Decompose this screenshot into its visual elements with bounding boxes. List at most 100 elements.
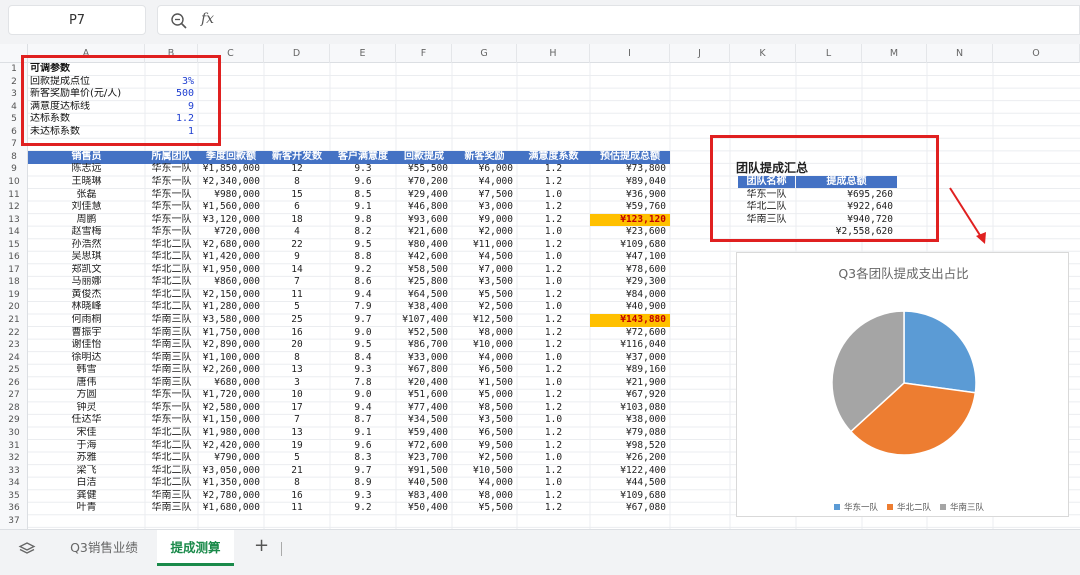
table-cell[interactable]: 唐伟 [28, 377, 145, 390]
table-cell[interactable]: 9.6 [330, 176, 396, 189]
table-cell[interactable]: 1.2 [517, 176, 590, 189]
row-header-11[interactable]: 11 [0, 189, 28, 202]
table-cell[interactable]: 1.0 [517, 477, 590, 490]
table-cell[interactable]: 9.2 [330, 264, 396, 277]
table-cell[interactable]: 刘佳慧 [28, 201, 145, 214]
table-cell[interactable]: ¥50,400 [396, 502, 452, 515]
table-cell[interactable]: ¥64,500 [396, 289, 452, 302]
table-cell[interactable]: 1.2 [517, 289, 590, 302]
sheets-list-icon[interactable] [18, 541, 36, 557]
table-cell[interactable]: 9.3 [330, 490, 396, 503]
table-cell[interactable]: 华北二队 [145, 452, 198, 465]
table-cell[interactable]: ¥80,400 [396, 239, 452, 252]
table-cell[interactable]: 14 [264, 264, 330, 277]
commission-total-cell[interactable]: ¥116,040 [590, 339, 670, 352]
table-cell[interactable]: ¥1,350,000 [198, 477, 264, 490]
row-header-9[interactable]: 9 [0, 163, 28, 176]
table-cell[interactable]: ¥8,000 [452, 490, 517, 503]
column-header-i[interactable]: I [590, 44, 670, 63]
row-header-15[interactable]: 15 [0, 239, 28, 252]
row-header-29[interactable]: 29 [0, 414, 28, 427]
table-cell[interactable]: 华东一队 [145, 226, 198, 239]
table-cell[interactable]: 华东一队 [145, 389, 198, 402]
commission-total-cell[interactable]: ¥98,520 [590, 440, 670, 453]
table-cell[interactable]: 徐明达 [28, 352, 145, 365]
table-cell[interactable]: ¥1,420,000 [198, 251, 264, 264]
table-cell[interactable]: 华北二队 [145, 251, 198, 264]
commission-total-cell[interactable]: ¥123,120 [590, 213, 670, 227]
table-cell[interactable]: 9.5 [330, 239, 396, 252]
table-cell[interactable]: ¥3,500 [452, 414, 517, 427]
commission-total-cell[interactable]: ¥29,300 [590, 276, 670, 289]
table-cell[interactable]: ¥23,700 [396, 452, 452, 465]
table-cell[interactable]: 9.3 [330, 364, 396, 377]
table-cell[interactable]: ¥91,500 [396, 465, 452, 478]
table-cell[interactable]: ¥1,560,000 [198, 201, 264, 214]
row-header-23[interactable]: 23 [0, 339, 28, 352]
table-cell[interactable]: ¥1,720,000 [198, 389, 264, 402]
table-cell[interactable]: 华南三队 [145, 502, 198, 515]
commission-total-cell[interactable]: ¥37,000 [590, 352, 670, 365]
table-cell[interactable]: 叶青 [28, 502, 145, 515]
formula-input[interactable]: fx [157, 5, 1080, 35]
table-cell[interactable]: 华东一队 [145, 189, 198, 202]
column-header-f[interactable]: F [396, 44, 452, 63]
table-cell[interactable]: ¥4,000 [452, 477, 517, 490]
table-cell[interactable]: ¥2,260,000 [198, 364, 264, 377]
row-header-12[interactable]: 12 [0, 201, 28, 214]
table-header-cell[interactable]: 客户满意度 [330, 150, 396, 165]
row-header-34[interactable]: 34 [0, 477, 28, 490]
table-cell[interactable]: 华东一队 [145, 163, 198, 176]
table-cell[interactable]: ¥3,580,000 [198, 314, 264, 327]
table-cell[interactable]: ¥7,500 [452, 189, 517, 202]
table-cell[interactable]: 郑凯文 [28, 264, 145, 277]
column-header-e[interactable]: E [330, 44, 396, 63]
table-cell[interactable]: 9 [264, 251, 330, 264]
commission-total-cell[interactable]: ¥67,080 [590, 502, 670, 515]
table-cell[interactable]: 方圆 [28, 389, 145, 402]
commission-total-cell[interactable]: ¥40,900 [590, 301, 670, 314]
row-header-25[interactable]: 25 [0, 364, 28, 377]
column-header-k[interactable]: K [730, 44, 796, 63]
table-cell[interactable]: 韩雪 [28, 364, 145, 377]
table-cell[interactable]: 黄俊杰 [28, 289, 145, 302]
table-cell[interactable]: ¥20,400 [396, 377, 452, 390]
table-cell[interactable]: ¥21,600 [396, 226, 452, 239]
table-cell[interactable]: 9.7 [330, 465, 396, 478]
table-cell[interactable]: 1.2 [517, 314, 590, 327]
table-cell[interactable]: 1.0 [517, 251, 590, 264]
table-cell[interactable]: ¥2,500 [452, 452, 517, 465]
table-cell[interactable]: ¥8,500 [452, 402, 517, 415]
table-cell[interactable]: ¥1,950,000 [198, 264, 264, 277]
table-cell[interactable]: ¥70,200 [396, 176, 452, 189]
table-cell[interactable]: ¥2,150,000 [198, 289, 264, 302]
table-cell[interactable]: 林晓峰 [28, 301, 145, 314]
table-cell[interactable]: 1.2 [517, 339, 590, 352]
table-cell[interactable]: 9.3 [330, 163, 396, 176]
table-cell[interactable]: 8 [264, 176, 330, 189]
commission-total-cell[interactable]: ¥47,100 [590, 251, 670, 264]
commission-total-cell[interactable]: ¥89,160 [590, 364, 670, 377]
table-cell[interactable]: 7 [264, 276, 330, 289]
row-header-24[interactable]: 24 [0, 352, 28, 365]
table-cell[interactable]: 9.0 [330, 389, 396, 402]
table-cell[interactable]: ¥3,500 [452, 276, 517, 289]
table-cell[interactable]: 1.0 [517, 276, 590, 289]
table-cell[interactable]: 梁飞 [28, 465, 145, 478]
table-cell[interactable]: ¥34,500 [396, 414, 452, 427]
table-cell[interactable]: 9.4 [330, 289, 396, 302]
table-cell[interactable]: 苏雅 [28, 452, 145, 465]
table-cell[interactable]: ¥3,000 [452, 201, 517, 214]
table-cell[interactable]: 16 [264, 490, 330, 503]
table-cell[interactable]: ¥720,000 [198, 226, 264, 239]
table-cell[interactable]: 于海 [28, 440, 145, 453]
table-cell[interactable]: 1.2 [517, 389, 590, 402]
table-cell[interactable]: 1.2 [517, 239, 590, 252]
table-cell[interactable]: ¥3,050,000 [198, 465, 264, 478]
table-cell[interactable]: 华东一队 [145, 414, 198, 427]
table-cell[interactable]: ¥1,100,000 [198, 352, 264, 365]
table-cell[interactable]: 1.0 [517, 226, 590, 239]
table-cell[interactable]: ¥83,400 [396, 490, 452, 503]
table-cell[interactable]: 8.6 [330, 276, 396, 289]
table-cell[interactable]: 华北二队 [145, 276, 198, 289]
